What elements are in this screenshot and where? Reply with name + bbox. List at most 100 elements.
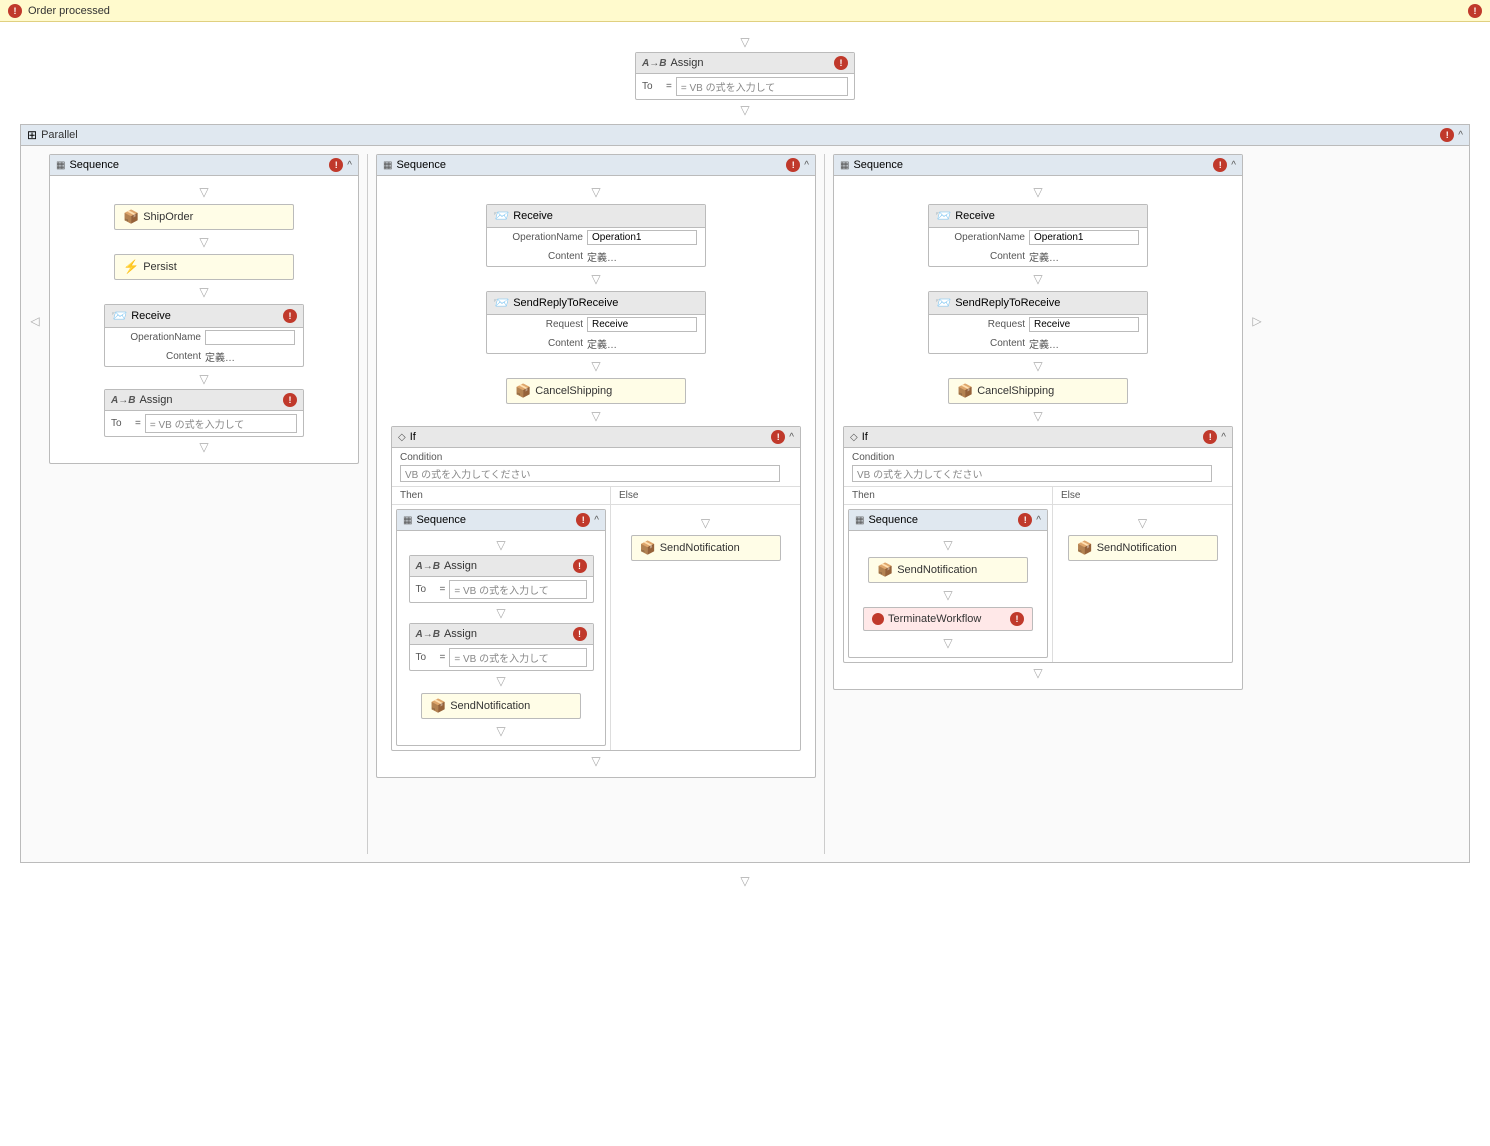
mid-cancel-shipping[interactable]: 📦 CancelShipping xyxy=(506,378,686,404)
right-seq-label: Sequence xyxy=(853,159,903,171)
right-receive-opname-input[interactable] xyxy=(1029,230,1139,245)
then-send-notif[interactable]: 📦 SendNotification xyxy=(421,693,581,719)
right-cancel-icon: 📦 xyxy=(957,383,973,399)
top-bar: ! Order processed ! xyxy=(0,0,1490,22)
mid-arrow1: ▽ xyxy=(591,182,600,202)
right-send-req-input[interactable] xyxy=(1029,317,1139,332)
right-receive-content-value: 定義… xyxy=(1029,249,1059,264)
then-assign2[interactable]: A→B Assign ! To = xyxy=(409,623,594,671)
then-send-notif-label: SendNotification xyxy=(450,700,530,712)
then-assign2-input[interactable]: = VB の式を入力して xyxy=(449,648,586,667)
right-if-label: If xyxy=(862,431,868,443)
top-assign-input[interactable]: = VB の式を入力して xyxy=(676,77,848,96)
ship-order-activity[interactable]: 📦 ShipOrder xyxy=(114,204,294,230)
mid-arrow5: ▽ xyxy=(591,751,600,771)
middle-sequence-container: ▦ Sequence ! ^ ▽ 📨 Receive xyxy=(376,154,816,778)
left-seq-icon: ▦ xyxy=(56,160,65,171)
right-arrow5: ▽ xyxy=(1033,663,1042,683)
right-arrow1: ▽ xyxy=(1033,182,1042,202)
right-seq-collapse[interactable]: ^ xyxy=(1231,160,1236,171)
left-seq-header: ▦ Sequence ! ^ xyxy=(50,155,358,176)
left-assign-activity[interactable]: A→B Assign ! To = = VB の式を入力して xyxy=(104,389,304,437)
canvas: ▽ A→B Assign ! To = = VB の式を入力して ▽ ⊞ Par… xyxy=(0,22,1490,1146)
right-receive-content-label: Content xyxy=(935,251,1025,262)
mid-if-then-label: Then xyxy=(392,487,610,505)
mid-if-else-label: Else xyxy=(611,487,800,505)
mid-else-send-notif-label: SendNotification xyxy=(660,542,740,554)
right-then-seq-collapse[interactable]: ^ xyxy=(1036,515,1041,526)
right-receive-header: 📨 Receive xyxy=(929,205,1147,228)
mid-if-condition: Condition xyxy=(392,448,800,487)
left-receive-icon: 📨 xyxy=(111,308,127,324)
mid-else-send-notif[interactable]: 📦 SendNotification xyxy=(631,535,781,561)
right-if-condition-input[interactable] xyxy=(852,465,1212,482)
then-assign1-to: To xyxy=(416,584,436,595)
left-arrow4: ▽ xyxy=(199,369,208,389)
right-send-reply-label: SendReplyToReceive xyxy=(955,297,1060,309)
top-assign-activity[interactable]: A→B Assign ! To = = VB の式を入力して xyxy=(635,52,855,100)
right-else-arrow1: ▽ xyxy=(1138,513,1147,533)
right-if-header: ◇ If ! ^ xyxy=(844,427,1232,448)
mid-arrow4: ▽ xyxy=(591,406,600,426)
right-terminate-activity[interactable]: TerminateWorkflow ! xyxy=(863,607,1033,631)
left-assign-to: To xyxy=(111,418,131,429)
then-send-notif-icon: 📦 xyxy=(430,698,446,714)
right-then-seq-error: ! xyxy=(1018,513,1032,527)
mid-send-reply-activity[interactable]: 📨 SendReplyToReceive Request Content 定義… xyxy=(486,291,706,354)
mid-send-reply-header: 📨 SendReplyToReceive xyxy=(487,292,705,315)
mid-then-seq: ▦ Sequence ! ^ xyxy=(396,509,606,746)
right-else-send-notif-label: SendNotification xyxy=(1097,542,1177,554)
middle-seq-label: Sequence xyxy=(396,159,446,171)
then-assign1-label: Assign xyxy=(444,560,477,572)
right-if-then-branch: Then ▦ Sequence xyxy=(844,487,1053,662)
right-then-send-notif[interactable]: 📦 SendNotification xyxy=(868,557,1028,583)
left-receive-opname-input[interactable] xyxy=(205,330,295,345)
persist-label: Persist xyxy=(143,261,177,273)
mid-receive-opname-input[interactable] xyxy=(587,230,697,245)
mid-receive-content-label: Content xyxy=(493,251,583,262)
mid-send-content-value: 定義… xyxy=(587,336,617,351)
mid-send-req-input[interactable] xyxy=(587,317,697,332)
mid-if-condition-input[interactable] xyxy=(400,465,780,482)
left-assign-label: Assign xyxy=(139,394,172,406)
mid-if-collapse[interactable]: ^ xyxy=(789,432,794,443)
right-terminate-error: ! xyxy=(1010,612,1024,626)
mid-receive-activity[interactable]: 📨 Receive OperationName Content 定義… xyxy=(486,204,706,267)
top-bar-error-badge-right: ! xyxy=(1468,4,1482,18)
then-assign1-eq: = xyxy=(440,584,446,595)
right-else-send-notif-icon: 📦 xyxy=(1077,540,1093,556)
right-if-collapse[interactable]: ^ xyxy=(1221,432,1226,443)
left-receive-error: ! xyxy=(283,309,297,323)
left-receive-activity[interactable]: 📨 Receive ! OperationName Content 定義… xyxy=(104,304,304,367)
left-assign-eq: = xyxy=(135,418,141,429)
mid-arrow2: ▽ xyxy=(591,269,600,289)
persist-activity[interactable]: ⚡ Persist xyxy=(114,254,294,280)
then-assign1-icon: A→B xyxy=(416,561,440,572)
middle-seq-collapse[interactable]: ^ xyxy=(804,160,809,171)
parallel-collapse[interactable]: ^ xyxy=(1458,130,1463,141)
top-assign-error: ! xyxy=(834,56,848,70)
left-seq-collapse[interactable]: ^ xyxy=(347,160,352,171)
right-cancel-shipping[interactable]: 📦 CancelShipping xyxy=(948,378,1128,404)
mid-then-seq-collapse[interactable]: ^ xyxy=(594,515,599,526)
then-arrow3: ▽ xyxy=(496,671,505,691)
then-assign1[interactable]: A→B Assign ! To = xyxy=(409,555,594,603)
right-sequence-container: ▦ Sequence ! ^ ▽ 📨 Receive xyxy=(833,154,1243,690)
parallel-label: Parallel xyxy=(41,129,78,141)
mid-receive-icon: 📨 xyxy=(493,208,509,224)
parallel-error: ! xyxy=(1440,128,1454,142)
right-else-send-notif[interactable]: 📦 SendNotification xyxy=(1068,535,1218,561)
right-send-req-label: Request xyxy=(935,319,1025,330)
mid-receive-opname-label: OperationName xyxy=(493,232,583,243)
right-then-arrow2: ▽ xyxy=(943,585,952,605)
right-receive-activity[interactable]: 📨 Receive OperationName Content 定義… xyxy=(928,204,1148,267)
then-assign1-error: ! xyxy=(573,559,587,573)
top-assign-to-label: To xyxy=(642,81,662,92)
top-assign-header: A→B Assign ! xyxy=(636,53,854,74)
arrow-2: ▽ xyxy=(10,100,1480,120)
left-assign-input[interactable]: = VB の式を入力して xyxy=(145,414,297,433)
then-assign2-header: A→B Assign ! xyxy=(410,624,593,645)
then-assign1-input[interactable]: = VB の式を入力して xyxy=(449,580,586,599)
left-seq-label: Sequence xyxy=(69,159,119,171)
right-send-reply-activity[interactable]: 📨 SendReplyToReceive Request Content 定義… xyxy=(928,291,1148,354)
